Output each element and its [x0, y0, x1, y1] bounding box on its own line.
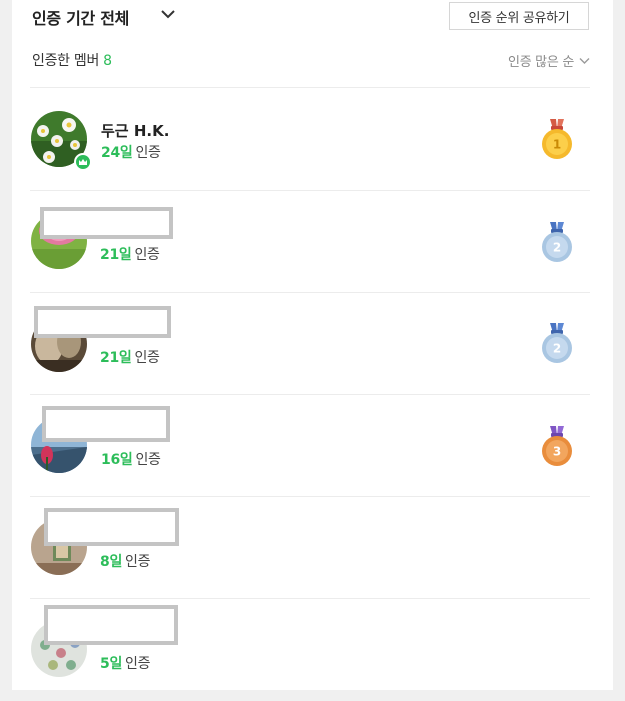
redacted-name [44, 508, 179, 546]
days-count: 21일 [100, 247, 132, 263]
certification-ranking-panel: 인증 기간 전체 인증 순위 공유하기 인증한 멤버 8 인증 많은 순 두근 H… [12, 0, 613, 690]
list-item[interactable]: 5일 인증 [30, 599, 590, 701]
days-count: 8일 [100, 554, 123, 570]
certification-days: 21일 인증 [100, 244, 160, 264]
crown-icon [74, 153, 92, 171]
medal-icon: 2 [540, 323, 574, 367]
sort-label: 인증 많은 순 [508, 55, 574, 70]
certification-days: 8일 인증 [100, 551, 151, 571]
medal-icon: 2 [540, 222, 574, 266]
share-ranking-button[interactable]: 인증 순위 공유하기 [449, 2, 589, 30]
list-item[interactable]: 21일 인증 2 [30, 191, 590, 293]
medal-rank: 2 [553, 241, 561, 255]
redacted-name [42, 406, 170, 442]
redacted-name [40, 207, 173, 239]
medal-rank: 1 [553, 138, 561, 152]
medal-icon: 3 [540, 426, 574, 470]
medal-icon: 1 [540, 119, 574, 163]
certification-days: 21일 인증 [100, 347, 160, 367]
chevron-down-icon [579, 57, 590, 64]
days-count: 21일 [100, 350, 132, 366]
days-suffix: 인증 [135, 452, 161, 468]
days-suffix: 인증 [135, 145, 161, 161]
redacted-name [34, 306, 171, 338]
days-count: 16일 [101, 452, 133, 468]
period-selector[interactable]: 인증 기간 전체 [32, 5, 129, 29]
list-item[interactable]: 21일 인증 2 [30, 293, 590, 395]
medal-rank: 2 [553, 342, 561, 356]
certification-days: 5일 인증 [100, 653, 151, 673]
days-suffix: 인증 [134, 247, 160, 263]
redacted-name [44, 605, 178, 645]
member-name[interactable]: 두근 H.K. [101, 120, 169, 141]
members-heading: 인증한 멤버 8 [32, 50, 112, 70]
days-suffix: 인증 [125, 554, 151, 570]
members-count: 8 [103, 53, 112, 69]
sort-dropdown[interactable]: 인증 많은 순 [508, 51, 590, 70]
days-count: 24일 [101, 145, 133, 161]
chevron-down-icon[interactable] [158, 5, 178, 23]
days-count: 5일 [100, 656, 123, 672]
days-suffix: 인증 [134, 350, 160, 366]
list-item[interactable]: 8일 인증 [30, 497, 590, 599]
certification-days: 24일 인증 [101, 142, 161, 162]
list-item[interactable]: 16일 인증 3 [30, 395, 590, 497]
days-suffix: 인증 [125, 656, 151, 672]
medal-rank: 3 [553, 445, 561, 459]
certification-days: 16일 인증 [101, 449, 161, 469]
list-item[interactable]: 두근 H.K. 24일 인증 1 [30, 88, 590, 190]
members-label: 인증한 멤버 [32, 53, 100, 69]
